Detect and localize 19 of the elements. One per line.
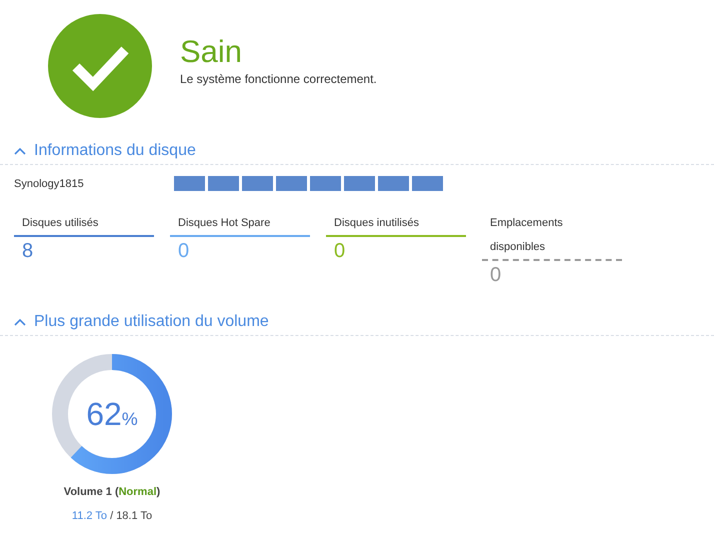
chevron-up-icon[interactable] <box>14 147 26 155</box>
section-title[interactable]: Plus grande utilisation du volume <box>34 313 269 331</box>
stat-label: Emplacements disponibles <box>482 211 622 261</box>
stat-value: 0 <box>489 263 502 287</box>
usage-percent: 62% <box>86 396 138 432</box>
stat-label: Disques Hot Spare <box>170 211 310 237</box>
device-name: Synology1815 <box>14 178 85 190</box>
status-message: Le système fonctionne correctement. <box>180 72 377 86</box>
status-title: Sain <box>180 34 244 70</box>
chevron-up-icon[interactable] <box>14 318 26 326</box>
volume-title: Volume 1 (Normal) <box>64 486 160 498</box>
stat-label: Disques utilisés <box>14 211 154 237</box>
stat-value: 0 <box>177 239 190 263</box>
check-icon <box>48 14 152 118</box>
stat-value: 8 <box>21 239 34 263</box>
section-title[interactable]: Informations du disque <box>34 142 196 160</box>
stat-label: Disques inutilisés <box>326 211 466 237</box>
volume-usage: 11.2 To / 18.1 To <box>72 510 152 522</box>
stat-value: 0 <box>333 239 346 263</box>
